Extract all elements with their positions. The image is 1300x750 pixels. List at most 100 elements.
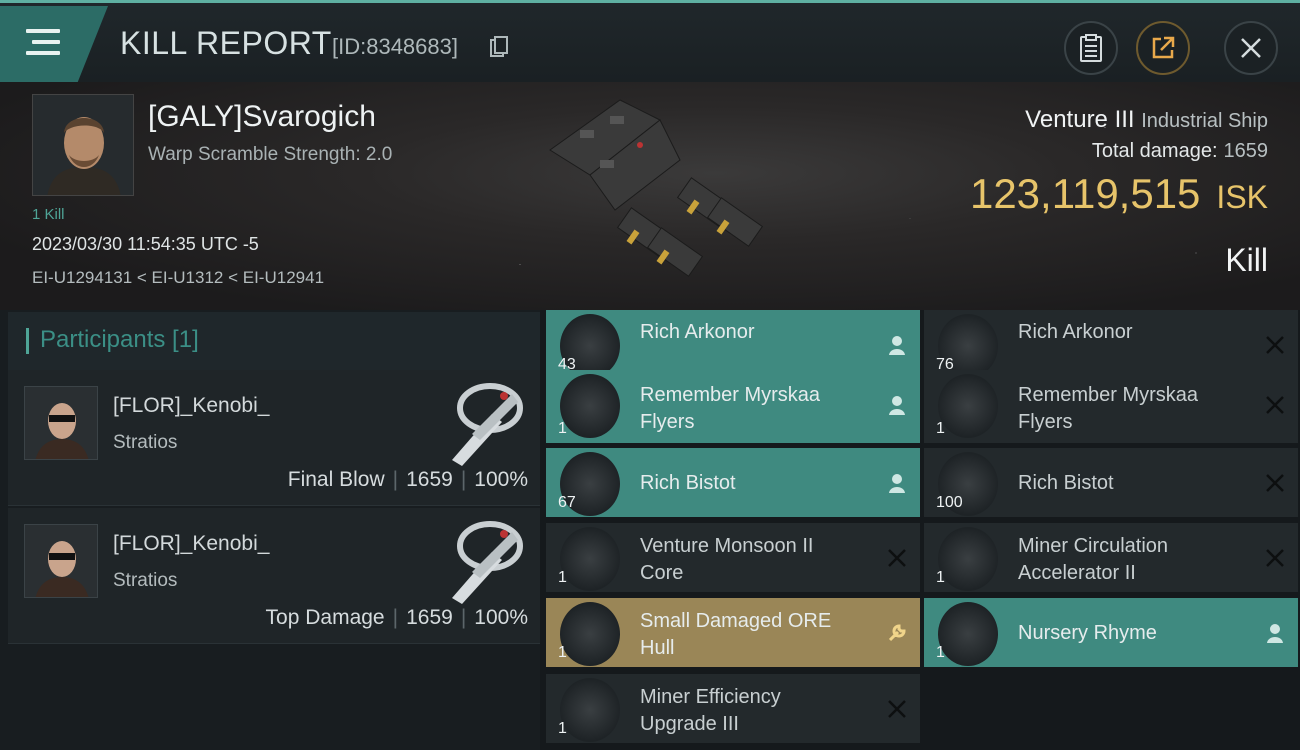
clipboard-icon: [1080, 34, 1102, 62]
participant-percent: 100%: [474, 606, 528, 629]
item-icon: [938, 602, 998, 666]
item-quantity: 100: [936, 494, 963, 511]
dropped-icon: [889, 396, 905, 415]
isk-value: 123,119,515 ISK: [970, 170, 1268, 218]
item-row[interactable]: 1 Remember Myrskaa Flyers: [546, 370, 920, 446]
participant-row[interactable]: [FLOR]_Kenobi_ Stratios Final Blow | 1659 |…: [8, 370, 540, 506]
participants-accent-bar: [26, 328, 29, 354]
item-row[interactable]: 1 Nursery Rhyme: [924, 598, 1298, 670]
report-type: Kill: [1225, 242, 1268, 278]
participant-stats: Final Blow | 1659 | 100%: [288, 468, 528, 492]
victim-name[interactable]: [GALY]Svarogich: [148, 100, 376, 134]
item-row[interactable]: 1 Venture Monsoon II Core: [546, 523, 920, 595]
share-button[interactable]: [1136, 21, 1190, 75]
participant-damage: 1659: [406, 468, 453, 491]
participants-title: Participants [1]: [40, 326, 199, 353]
participant-percent: 100%: [474, 468, 528, 491]
total-damage: Total damage: 1659: [1092, 140, 1268, 163]
participant-stats: Top Damage | 1659 | 100%: [266, 606, 528, 630]
dropped-icon: [889, 336, 905, 355]
destroyed-icon: [1266, 336, 1284, 354]
close-icon: [1241, 38, 1261, 58]
destroyed-icon: [1266, 474, 1284, 492]
victim-panel: [GALY]Svarogich Warp Scramble Strength: …: [0, 82, 1300, 310]
kill-report-screen: { "header": { "title": "KILL REPORT", "r…: [0, 0, 1300, 750]
copy-icon[interactable]: [490, 36, 508, 58]
item-icon: [560, 678, 620, 742]
item-name: Remember Myrskaa Flyers: [1018, 384, 1199, 433]
item-name: Rich Bistot: [640, 472, 736, 494]
participants-header: Participants [1]: [8, 312, 540, 370]
participant-row[interactable]: [FLOR]_Kenobi_ Stratios Top Damage | 1659 |…: [8, 508, 540, 644]
participant-name[interactable]: [FLOR]_Kenobi_: [113, 394, 269, 418]
menu-icon[interactable]: [20, 25, 66, 61]
kill-datetime: 2023/03/30 11:54:35 UTC -5: [32, 234, 259, 254]
header-bar: KILL REPORT [ID:8348683]: [0, 0, 1300, 82]
victim-ship-name[interactable]: Venture III: [1025, 106, 1134, 133]
item-quantity: 1: [936, 420, 945, 437]
item-name: Rich Bistot: [1018, 472, 1114, 494]
item-name: Small Damaged ORE Hull: [640, 610, 832, 659]
page-title: KILL REPORT: [120, 25, 332, 61]
item-quantity: 1: [558, 720, 567, 737]
participant-avatar[interactable]: [24, 386, 98, 460]
participant-ship: Stratios: [113, 570, 178, 591]
destroyed-icon: [1266, 549, 1284, 567]
item-row[interactable]: 100 Rich Bistot: [924, 448, 1298, 520]
victim-ship-class: Industrial Ship: [1141, 110, 1268, 132]
dropped-icon: [1267, 624, 1283, 643]
participant-damage: 1659: [406, 606, 453, 629]
item-row[interactable]: 67 Rich Bistot: [546, 448, 920, 520]
item-name: Miner Efficiency Upgrade III: [640, 686, 781, 735]
stat-separator: |: [460, 606, 467, 629]
item-icon: [938, 527, 998, 591]
warp-scramble-strength: Warp Scramble Strength: 2.0: [148, 144, 393, 165]
participant-name[interactable]: [FLOR]_Kenobi_: [113, 532, 269, 556]
participant-tag: Final Blow: [287, 468, 385, 491]
item-name: Rich Arkonor: [640, 321, 755, 343]
item-quantity: 67: [558, 494, 576, 511]
item-icon: [560, 527, 620, 591]
clipboard-button[interactable]: [1064, 21, 1118, 75]
item-quantity: 1: [936, 569, 945, 586]
kill-count: 1 Kill: [32, 206, 65, 223]
item-name: Venture Monsoon II Core: [640, 535, 814, 584]
item-row[interactable]: 1 Miner Circulation Accelerator II: [924, 523, 1298, 595]
participant-avatar[interactable]: [24, 524, 98, 598]
item-row[interactable]: 1 Small Damaged ORE Hull: [546, 598, 920, 670]
destroyed-icon: [888, 549, 906, 567]
stat-separator: |: [392, 606, 399, 629]
participant-ship: Stratios: [113, 432, 178, 453]
item-row[interactable]: 1 Miner Efficiency Upgrade III: [546, 674, 920, 746]
participant-ship-image: [452, 521, 523, 604]
total-damage-label: Total damage:: [1091, 140, 1218, 162]
wrench-icon: [888, 624, 906, 642]
item-quantity: 1: [936, 644, 945, 661]
total-damage-value: 1659: [1223, 140, 1269, 162]
item-icon: [560, 374, 620, 438]
item-name: Remember Myrskaa Flyers: [640, 384, 821, 433]
item-name: Nursery Rhyme: [1018, 622, 1157, 644]
item-row[interactable]: 1 Remember Myrskaa Flyers: [924, 370, 1298, 446]
participants-panel: Participants [1] [FLOR]_Kenobi_ Stratios…: [0, 310, 540, 750]
report-id: [ID:8348683]: [332, 34, 458, 59]
participant-tag: Top Damage: [265, 606, 385, 629]
close-button[interactable]: [1224, 21, 1278, 75]
victim-ship-image: [549, 99, 764, 277]
item-quantity: 1: [558, 644, 567, 661]
share-icon: [1152, 36, 1175, 59]
victim-avatar[interactable]: [32, 94, 134, 196]
item-name: Miner Circulation Accelerator II: [1018, 535, 1169, 584]
item-quantity: 1: [558, 420, 567, 437]
dropped-icon: [889, 474, 905, 493]
isk-amount: 123,119,515: [969, 170, 1201, 217]
item-quantity: 1: [558, 569, 567, 586]
item-icon: [560, 602, 620, 666]
participant-ship-image: [452, 383, 523, 466]
system-route: EI-U1294131 < EI-U1312 < EI-U12941: [32, 268, 325, 287]
destroyed-icon: [888, 700, 906, 718]
stat-separator: |: [392, 468, 399, 491]
item-name: Rich Arkonor: [1018, 321, 1133, 343]
isk-currency: ISK: [1216, 179, 1268, 215]
stat-separator: |: [460, 468, 467, 491]
